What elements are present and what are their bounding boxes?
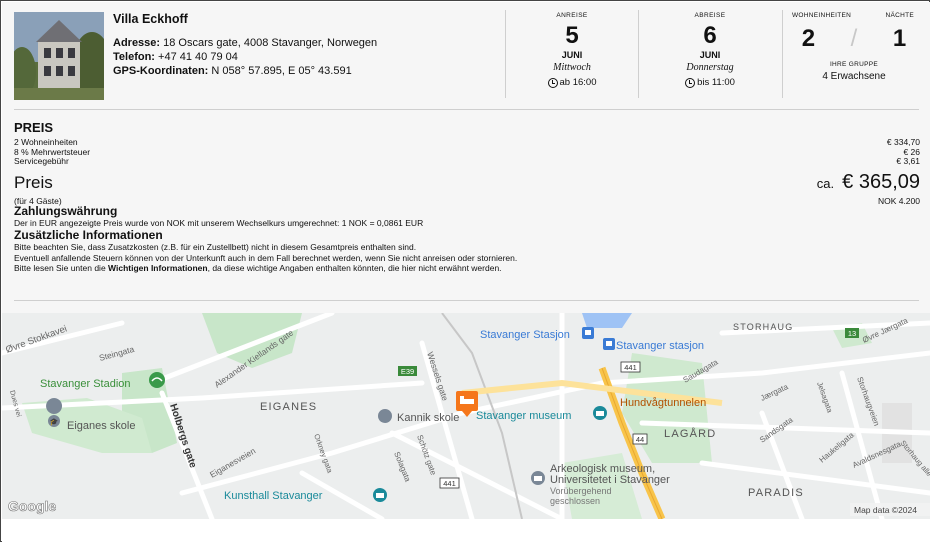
departure-block: ABREISE 6 JUNI Donnerstag bis 11:00 bbox=[645, 12, 775, 88]
hotel-name: Villa Eckhoff bbox=[113, 12, 188, 26]
clock-icon bbox=[547, 77, 558, 88]
important-info-link[interactable]: Wichtigen Informationen bbox=[108, 263, 208, 273]
district-label: PARADIS bbox=[748, 487, 804, 499]
info-line: Eventuell anfallende Steuern können von … bbox=[14, 252, 518, 263]
nights-count: 1 bbox=[892, 25, 907, 52]
svg-text:13: 13 bbox=[848, 329, 856, 338]
poi-label: Stavanger stasjon bbox=[616, 340, 704, 352]
svg-text:441: 441 bbox=[624, 363, 637, 372]
price-breakdown: 2 Wohneinheiten € 334,70 8 % Mehrwertsteu… bbox=[14, 137, 920, 167]
street-label: Jærgata bbox=[759, 382, 790, 403]
info-line: Bitte lesen Sie unten die Wichtigen Info… bbox=[14, 263, 502, 273]
road bbox=[419, 340, 475, 519]
street-label: Haukeligata bbox=[818, 430, 857, 464]
clock-icon bbox=[685, 77, 696, 88]
street-label: Øvre Jærgata bbox=[861, 316, 910, 345]
group-size: 4 Erwachsene bbox=[822, 71, 886, 82]
price-title: PREIS bbox=[14, 120, 54, 135]
poi-label: Stavanger Stasjon bbox=[480, 329, 570, 341]
divider bbox=[782, 10, 783, 98]
street-label: Dues vei bbox=[8, 390, 22, 419]
price-row: 2 Wohneinheiten € 334,70 bbox=[14, 137, 920, 147]
train-station-icon[interactable] bbox=[603, 338, 615, 350]
district-label: EIGANES bbox=[260, 401, 317, 413]
road-shield: 44 bbox=[632, 433, 648, 445]
museum-icon[interactable] bbox=[531, 471, 545, 485]
poi-label: Universitetet i Stavanger bbox=[550, 474, 670, 486]
total-price: Preis ca. € 365,09 bbox=[14, 170, 920, 193]
road-shield: 13 bbox=[845, 328, 859, 338]
hotel-photo bbox=[14, 12, 104, 100]
arrival-block: ANREISE 5 JUNI Mittwoch ab 16:00 bbox=[507, 12, 637, 88]
units-nights-block: WOHNEINHEITEN NÄCHTE 2 / 1 IHRE GRUPPE 4 … bbox=[784, 12, 924, 82]
blank-footer bbox=[2, 519, 930, 542]
location-map[interactable]: Øvre Stokkavei Steingata Alexander Kiell… bbox=[2, 313, 930, 519]
poi-label: Kunsthall Stavanger bbox=[224, 490, 323, 502]
poi-label: Stavanger museum bbox=[476, 410, 571, 422]
stadium-icon[interactable] bbox=[149, 372, 165, 388]
price-section: PREIS 2 Wohneinheiten € 334,70 8 % Mehrwe… bbox=[14, 120, 920, 274]
currency-title: Zahlungswährung bbox=[14, 203, 118, 218]
hotel-address: Adresse: 18 Oscars gate, 4008 Stavanger,… bbox=[113, 37, 378, 49]
road-shield: 441 bbox=[620, 361, 641, 373]
poi-label: Hundvågtunnelen bbox=[620, 397, 706, 409]
arrival-day: 5 bbox=[565, 22, 579, 49]
hotel-phone: Telefon: +47 41 40 79 04 bbox=[113, 51, 238, 63]
info-line: Bitte beachten Sie, dass Zusatzkosten (z… bbox=[14, 242, 417, 252]
departure-day: 6 bbox=[703, 22, 717, 49]
svg-text:E39: E39 bbox=[401, 367, 414, 376]
svg-text:🎓: 🎓 bbox=[50, 418, 59, 426]
svg-text:441: 441 bbox=[443, 479, 456, 488]
street-label: Storhaugveien bbox=[855, 376, 881, 428]
street-label: Jelsagata bbox=[815, 381, 835, 415]
divider bbox=[505, 10, 506, 98]
train-station-icon[interactable] bbox=[582, 327, 594, 339]
hotel-info: Villa Eckhoff Adresse: 18 Oscars gate, 4… bbox=[113, 12, 503, 78]
school-icon[interactable] bbox=[378, 409, 392, 423]
street-label: Solagata bbox=[392, 450, 412, 483]
total-nok: NOK 4.200 bbox=[877, 195, 920, 206]
google-logo: Google bbox=[8, 498, 56, 514]
museum-icon[interactable] bbox=[373, 488, 387, 502]
street-label: Steingata bbox=[98, 344, 136, 363]
district-label: LAGÅRD bbox=[664, 427, 716, 440]
poi-label: geschlossen bbox=[550, 496, 600, 506]
poi-label: Kannik skole bbox=[397, 412, 459, 424]
currency-text: Der in EUR angezeigte Preis wurde von NO… bbox=[14, 217, 424, 228]
road-shield: 441 bbox=[439, 477, 460, 489]
svg-text:44: 44 bbox=[636, 435, 644, 444]
price-row: Servicegebühr € 3,61 bbox=[14, 156, 920, 166]
booking-summary-card: Villa Eckhoff Adresse: 18 Oscars gate, 4… bbox=[2, 2, 930, 313]
poi-label: Stavanger Stadion bbox=[40, 378, 131, 390]
divider bbox=[14, 300, 919, 301]
road-shield: E39 bbox=[398, 366, 417, 376]
district-label: STORHAUG bbox=[733, 322, 793, 332]
road bbox=[699, 460, 930, 496]
divider bbox=[638, 10, 639, 98]
info-title: Zusätzliche Informationen bbox=[14, 228, 163, 242]
museum-icon[interactable] bbox=[593, 406, 607, 420]
poi-label: Vorübergehend bbox=[550, 486, 612, 496]
units-count: 2 bbox=[801, 25, 816, 52]
lake-area bbox=[582, 313, 632, 328]
map-attribution[interactable]: Map data ©2024 bbox=[854, 505, 917, 515]
divider bbox=[14, 109, 919, 110]
poi-label: Eiganes skole bbox=[67, 420, 136, 432]
hotel-gps: GPS-Koordinaten: N 058° 57.895, E 05° 43… bbox=[113, 65, 352, 77]
booking-confirmation: Villa Eckhoff Adresse: 18 Oscars gate, 4… bbox=[0, 0, 930, 542]
price-row: 8 % Mehrwertsteuer € 26 bbox=[14, 146, 920, 157]
